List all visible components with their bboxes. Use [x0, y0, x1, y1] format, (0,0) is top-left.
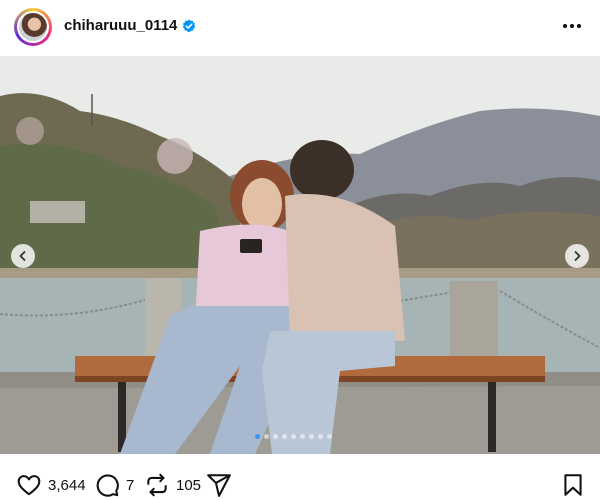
carousel-dot[interactable]	[273, 434, 278, 439]
avatar-image	[17, 11, 49, 43]
repost-count[interactable]: 105	[176, 477, 201, 494]
more-icon-dot	[570, 24, 574, 28]
comment-icon	[96, 474, 119, 497]
more-icon-dot	[563, 24, 567, 28]
man-hair	[290, 140, 354, 200]
blossom-tree	[157, 138, 193, 174]
next-slide-button[interactable]	[565, 244, 589, 268]
photo-scene	[0, 56, 600, 454]
repost-button[interactable]: 105	[144, 472, 201, 498]
held-camera	[240, 239, 262, 253]
carousel-dot[interactable]	[300, 434, 305, 439]
comment-button[interactable]: 7	[94, 472, 134, 498]
heart-icon	[17, 475, 41, 496]
carousel-dot[interactable]	[291, 434, 296, 439]
more-icon-dot	[577, 24, 581, 28]
like-button[interactable]: 3,644	[16, 472, 86, 498]
carousel-dot[interactable]	[327, 434, 332, 439]
comment-count[interactable]: 7	[126, 477, 134, 494]
username-area: chiharuuu_0114	[64, 17, 196, 34]
post-header: chiharuuu_0114	[0, 0, 600, 55]
action-bar: 3,644 7 105	[0, 462, 600, 500]
carousel-dot[interactable]	[318, 434, 323, 439]
save-button[interactable]	[560, 472, 586, 498]
verified-badge-icon	[183, 19, 196, 32]
username-link[interactable]: chiharuuu_0114	[64, 17, 177, 34]
bench-leg	[488, 382, 496, 452]
carousel-dot[interactable]	[255, 434, 260, 439]
previous-slide-button[interactable]	[11, 244, 35, 268]
chevron-right-icon	[574, 251, 581, 261]
carousel-indicator	[255, 434, 332, 439]
share-icon	[207, 474, 231, 497]
bookmark-icon	[564, 474, 582, 496]
more-options-button[interactable]	[560, 14, 584, 38]
like-count[interactable]: 3,644	[48, 477, 86, 494]
carousel-dot[interactable]	[264, 434, 269, 439]
carousel-dot[interactable]	[309, 434, 314, 439]
avatar[interactable]	[14, 8, 52, 46]
woman-face	[242, 178, 282, 230]
carousel-dot[interactable]	[282, 434, 287, 439]
chevron-left-icon	[19, 251, 26, 261]
post-photo[interactable]	[0, 56, 600, 454]
share-button[interactable]	[206, 472, 232, 498]
blossom-tree	[16, 117, 44, 145]
rock-wall	[30, 201, 85, 223]
repost-icon	[147, 473, 167, 497]
